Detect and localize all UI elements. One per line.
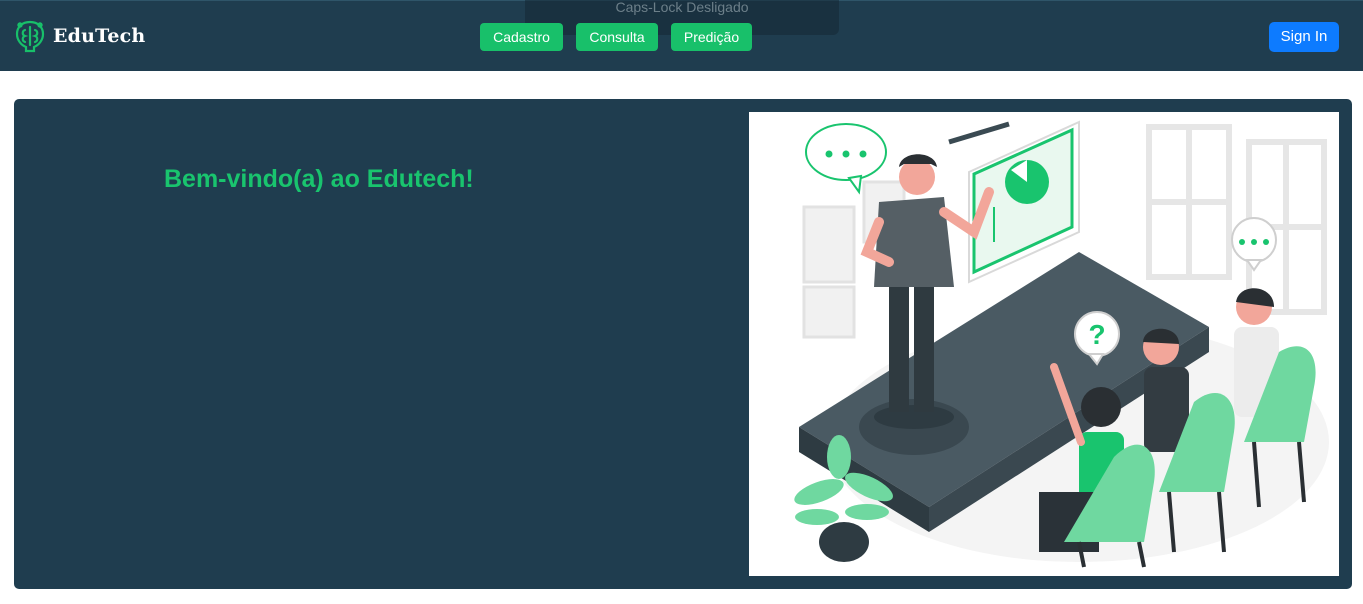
nav-predicao-button[interactable]: Predição xyxy=(671,23,752,51)
question-mark-text: ? xyxy=(1088,319,1105,350)
sign-in-button[interactable]: Sign In xyxy=(1269,22,1339,52)
brand-name: EduTech xyxy=(53,25,146,47)
classroom-illustration: ? xyxy=(749,112,1339,576)
classroom-illustration-svg: ? xyxy=(794,120,1329,568)
hero-title: Bem-vindo(a) ao Edutech! xyxy=(164,165,474,193)
brain-chip-icon xyxy=(15,20,45,53)
top-navbar: EduTech Caps-Lock Desligado Cadastro Con… xyxy=(0,0,1363,71)
brand-logo-link[interactable]: EduTech xyxy=(12,18,145,54)
nav-consulta-button[interactable]: Consulta xyxy=(576,23,658,51)
hero-panel: Bem-vindo(a) ao Edutech! ? xyxy=(14,99,1352,589)
nav-cadastro-button[interactable]: Cadastro xyxy=(480,23,563,51)
